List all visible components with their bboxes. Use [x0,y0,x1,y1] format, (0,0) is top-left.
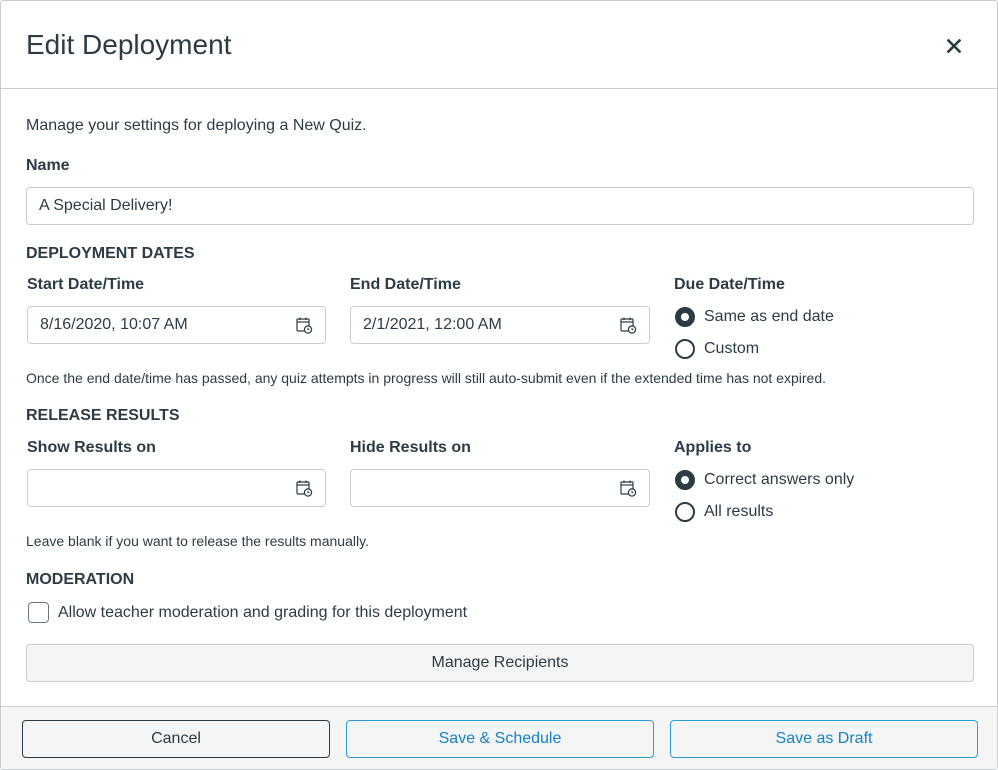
radio-checked-icon[interactable] [675,307,695,327]
name-input[interactable]: A Special Delivery! [26,187,974,225]
save-and-schedule-button[interactable]: Save & Schedule [346,720,654,758]
start-date-value: 8/16/2020, 10:07 AM [40,316,188,333]
end-date-input[interactable]: 2/1/2021, 12:00 AM [350,306,650,344]
applies-to-label: Applies to [674,439,752,456]
calendar-clock-icon[interactable] [295,479,313,497]
radio-checked-icon[interactable] [675,470,695,490]
radio-unchecked-icon[interactable] [675,339,695,359]
start-date-input[interactable]: 8/16/2020, 10:07 AM [27,306,326,344]
release-results-heading: RELEASE RESULTS [26,407,180,424]
start-date-label: Start Date/Time [27,276,145,293]
dialog-intro: Manage your settings for deploying a New… [26,117,367,134]
end-date-help-text: Once the end date/time has passed, any q… [26,370,826,386]
applies-correct-only-radio[interactable]: Correct answers only [675,470,854,490]
edit-deployment-dialog: Edit Deployment Manage your settings for… [0,0,998,770]
radio-label: Correct answers only [704,471,855,488]
release-results-help-text: Leave blank if you want to release the r… [26,533,369,549]
radio-label: Same as end date [704,308,834,325]
manage-recipients-button[interactable]: Manage Recipients [26,644,974,682]
radio-unchecked-icon[interactable] [675,502,695,522]
name-input-value: A Special Delivery! [39,197,173,214]
applies-all-results-radio[interactable]: All results [675,502,773,522]
close-button[interactable] [941,33,967,59]
due-custom-radio[interactable]: Custom [675,339,759,359]
close-icon [947,39,961,53]
hide-results-input[interactable] [350,469,650,507]
calendar-clock-icon[interactable] [619,316,637,334]
hide-results-label: Hide Results on [350,439,471,456]
moderation-checkbox[interactable] [28,602,49,623]
radio-label: Custom [704,340,760,357]
dialog-title: Edit Deployment [26,29,232,60]
due-date-label: Due Date/Time [674,276,785,293]
radio-label: All results [704,503,774,520]
end-date-label: End Date/Time [350,276,461,293]
moderation-checkbox-label: Allow teacher moderation and grading for… [58,603,468,621]
due-same-as-end-radio[interactable]: Same as end date [675,307,834,327]
save-as-draft-button[interactable]: Save as Draft [670,720,978,758]
moderation-checkbox-row[interactable]: Allow teacher moderation and grading for… [28,602,467,623]
deployment-dates-heading: DEPLOYMENT DATES [26,245,195,262]
show-results-input[interactable] [27,469,326,507]
calendar-clock-icon[interactable] [295,316,313,334]
name-label: Name [26,157,70,174]
dialog-footer: Cancel Save & Schedule Save as Draft [1,706,997,769]
calendar-clock-icon[interactable] [619,479,637,497]
dialog-header: Edit Deployment [1,1,997,89]
show-results-label: Show Results on [27,439,156,456]
cancel-button[interactable]: Cancel [22,720,330,758]
end-date-value: 2/1/2021, 12:00 AM [363,316,502,333]
moderation-heading: MODERATION [26,571,135,588]
